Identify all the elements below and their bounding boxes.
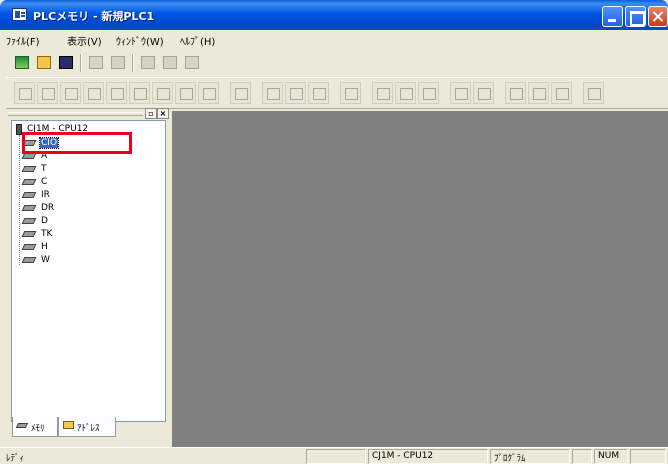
tool-7-icon[interactable] (152, 82, 173, 104)
memory-area-icon (21, 166, 37, 172)
tree-connector (19, 135, 20, 265)
memory-tab-icon (15, 423, 29, 428)
tree-node-label: W (41, 255, 50, 265)
tool-23-icon[interactable] (583, 82, 604, 104)
tool-14-icon[interactable] (340, 82, 361, 104)
size-grip[interactable] (630, 449, 666, 464)
status-mode: ﾌﾟﾛｸﾞﾗﾑ (490, 449, 570, 464)
status-blank-2 (572, 449, 592, 464)
menu-help[interactable]: ﾍﾙﾌﾟ(H) (180, 33, 215, 48)
toolbar-separator (132, 54, 134, 72)
tree-node-label: T (41, 164, 47, 174)
tab-memory[interactable]: ﾒﾓﾘ (12, 417, 58, 437)
selection-highlight-box (22, 132, 132, 154)
status-bar: ﾚﾃﾞｨ CJ1M - CPU12 ﾌﾟﾛｸﾞﾗﾑ NUM (0, 447, 668, 464)
minimize-button[interactable] (602, 6, 623, 27)
save-icon[interactable] (56, 53, 76, 73)
tool-21-icon[interactable] (528, 82, 549, 104)
tool-3-icon[interactable] (60, 82, 81, 104)
new-file-icon[interactable] (12, 53, 32, 73)
tool-4-icon[interactable] (83, 82, 104, 104)
tab-address-label: ｱﾄﾞﾚｽ (77, 424, 100, 434)
print-icon[interactable] (86, 53, 106, 73)
memory-area-icon (21, 244, 37, 250)
tool-10-icon[interactable] (230, 82, 251, 104)
tool-2-icon[interactable] (37, 82, 58, 104)
status-device: CJ1M - CPU12 (368, 449, 488, 464)
tool-20-icon[interactable] (505, 82, 526, 104)
status-numlock: NUM (594, 449, 628, 464)
memory-area-icon (21, 179, 37, 185)
tool-16-icon[interactable] (395, 82, 416, 104)
paste-icon[interactable] (182, 53, 202, 73)
cut-icon[interactable] (138, 53, 158, 73)
menu-view[interactable]: 表示(V) (67, 33, 102, 48)
tree-node-label: DR (41, 203, 55, 213)
status-ready: ﾚﾃﾞｨ (6, 454, 25, 464)
tool-5-icon[interactable] (106, 82, 127, 104)
tree-node-label: TK (41, 229, 53, 239)
memory-area-icon (21, 205, 37, 211)
tab-memory-label: ﾒﾓﾘ (31, 424, 45, 434)
memory-area-icon (21, 218, 37, 224)
panel-header: ▫ × (6, 108, 170, 119)
tool-19-icon[interactable] (473, 82, 494, 104)
address-tab-icon (63, 421, 74, 429)
tool-17-icon[interactable] (418, 82, 439, 104)
tree-node-label: IR (41, 190, 50, 200)
memory-tree: CJ1M - CPU12 CIO A T C IR DR D TK H W (11, 120, 166, 422)
tool-13-icon[interactable] (308, 82, 329, 104)
tool-11-icon[interactable] (262, 82, 283, 104)
memory-panel: ▫ × CJ1M - CPU12 CIO A T C IR DR D TK H … (6, 108, 172, 441)
plc-app-icon[interactable] (12, 8, 27, 21)
maximize-button[interactable] (625, 6, 646, 27)
menu-window[interactable]: ｳｨﾝﾄﾞｳ(W) (116, 33, 164, 48)
print-preview-icon[interactable] (108, 53, 128, 73)
memory-area-icon (21, 192, 37, 198)
panel-tabs: ﾒﾓﾘ ｱﾄﾞﾚｽ (12, 417, 172, 437)
panel-grip[interactable] (8, 112, 143, 116)
panel-restore-icon[interactable]: ▫ (145, 108, 157, 119)
window-title: PLCメモリ - 新規PLC1 (33, 10, 155, 23)
memory-toolbar (6, 77, 668, 109)
tool-18-icon[interactable] (450, 82, 471, 104)
tool-9-icon[interactable] (198, 82, 219, 104)
panel-close-icon[interactable]: × (157, 108, 169, 119)
open-folder-icon[interactable] (34, 53, 54, 73)
memory-area-icon (21, 231, 37, 237)
tree-node-label: C (41, 177, 48, 187)
tool-12-icon[interactable] (285, 82, 306, 104)
menu-file[interactable]: ﾌｧｲﾙ(F) (6, 33, 40, 48)
menu-bar: ﾌｧｲﾙ(F) 表示(V) ｳｨﾝﾄﾞｳ(W) ﾍﾙﾌﾟ(H) (0, 30, 668, 49)
close-button[interactable] (648, 6, 668, 27)
title-bar: PLCメモリ - 新規PLC1 (0, 0, 668, 30)
copy-icon[interactable] (160, 53, 180, 73)
status-blank (306, 449, 366, 464)
tree-node-label: H (41, 242, 48, 252)
tree-node-label: D (41, 216, 48, 226)
mdi-workspace[interactable] (172, 111, 668, 447)
tool-6-icon[interactable] (129, 82, 150, 104)
tool-15-icon[interactable] (372, 82, 393, 104)
tool-22-icon[interactable] (551, 82, 572, 104)
tool-8-icon[interactable] (175, 82, 196, 104)
toolbar-separator (80, 54, 82, 72)
standard-toolbar (12, 51, 202, 75)
tool-1-icon[interactable] (14, 82, 35, 104)
tab-address[interactable]: ｱﾄﾞﾚｽ (58, 417, 116, 437)
memory-area-icon (21, 257, 37, 263)
